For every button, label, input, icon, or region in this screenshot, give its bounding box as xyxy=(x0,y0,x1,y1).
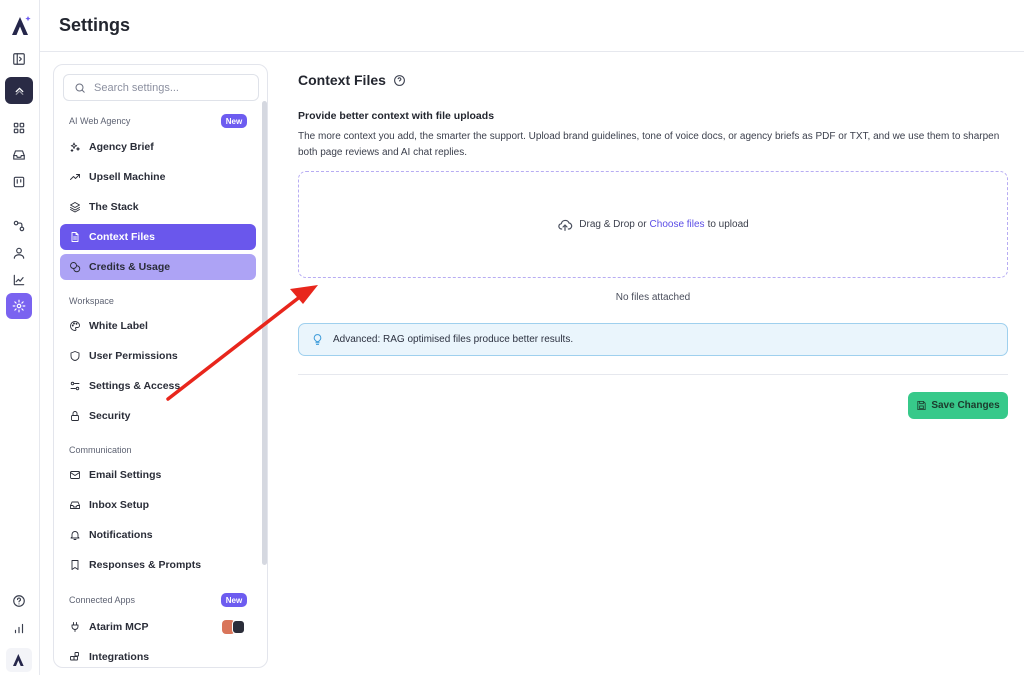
nav-item-inbox-setup[interactable]: Inbox Setup xyxy=(60,492,256,518)
nav-item-label: Upsell Machine xyxy=(89,171,166,183)
nav-item-label: Settings & Access xyxy=(89,380,181,392)
no-files-message: No files attached xyxy=(615,292,691,303)
bell-icon xyxy=(70,531,80,540)
atarim-logo-small-icon[interactable] xyxy=(6,648,32,672)
nav-item-label: Atarim MCP xyxy=(89,621,149,633)
settings-nav: AI Web Agency New Agency Brief Upsell Ma… xyxy=(53,64,268,668)
upload-subheading: Provide better context with file uploads xyxy=(298,110,495,122)
nav-item-security[interactable]: Security xyxy=(60,403,256,429)
nav-item-label: Responses & Prompts xyxy=(89,559,202,571)
section-label-agency: AI Web Agency xyxy=(69,116,131,126)
nav-item-responses-prompts[interactable]: Responses & Prompts xyxy=(60,552,256,578)
nav-item-label: Credits & Usage xyxy=(89,261,171,273)
sliders-icon xyxy=(70,381,80,391)
nav-item-label: User Permissions xyxy=(89,350,178,362)
search-icon xyxy=(75,83,85,93)
page-title: Settings xyxy=(59,15,131,35)
dropzone-text-after: to upload xyxy=(707,219,749,230)
palette-icon xyxy=(70,321,80,331)
chevron-up-icon[interactable] xyxy=(5,77,33,104)
save-changes-button[interactable]: Save Changes xyxy=(908,392,1008,419)
nav-scrollbar[interactable] xyxy=(262,101,267,565)
shield-icon xyxy=(70,351,80,361)
trending-up-icon xyxy=(70,174,80,180)
nav-item-label: The Stack xyxy=(89,201,139,213)
openai-logo-icon xyxy=(232,620,245,634)
tip-text: Advanced: RAG optimised files produce be… xyxy=(333,334,574,345)
nav-item-label: Agency Brief xyxy=(89,141,154,153)
layers-icon xyxy=(70,202,80,213)
integrations-icon[interactable] xyxy=(8,215,30,237)
analytics-icon[interactable] xyxy=(8,269,30,291)
nav-item-settings-access[interactable]: Settings & Access xyxy=(60,373,256,399)
grid-icon[interactable] xyxy=(8,117,30,139)
rag-tip-banner: Advanced: RAG optimised files produce be… xyxy=(298,323,1008,356)
help-circle-icon[interactable] xyxy=(393,74,406,87)
inbox-icon[interactable] xyxy=(8,144,30,166)
sparkles-icon xyxy=(70,142,80,152)
nav-item-context-files[interactable]: Context Files xyxy=(60,224,256,250)
save-button-label: Save Changes xyxy=(931,400,1000,411)
nav-item-label: White Label xyxy=(89,320,148,332)
choose-files-link[interactable]: Choose files xyxy=(650,219,705,230)
blocks-icon xyxy=(70,652,79,661)
board-icon[interactable] xyxy=(8,171,30,193)
save-icon xyxy=(917,400,926,411)
user-icon[interactable] xyxy=(8,242,30,264)
search-input[interactable] xyxy=(94,81,254,94)
inbox-icon xyxy=(70,501,80,509)
section-title-row: Context Files xyxy=(298,72,406,88)
nav-item-credits-usage[interactable]: Credits & Usage xyxy=(60,254,256,280)
mail-icon xyxy=(70,471,80,479)
nav-item-upsell-machine[interactable]: Upsell Machine xyxy=(60,164,256,190)
lock-icon xyxy=(71,411,79,421)
file-text-icon xyxy=(71,232,79,242)
dropzone-text: Drag & Drop or xyxy=(579,219,647,230)
nav-item-label: Security xyxy=(89,410,131,422)
nav-item-label: Context Files xyxy=(89,231,155,243)
cloud-upload-icon xyxy=(558,219,573,231)
section-label-workspace: Workspace xyxy=(69,296,114,306)
nav-item-user-permissions[interactable]: User Permissions xyxy=(60,343,256,369)
icon-rail xyxy=(0,0,40,675)
new-badge: New xyxy=(221,593,247,607)
section-label-communication: Communication xyxy=(69,445,132,455)
search-box[interactable] xyxy=(63,74,259,101)
nav-item-label: Inbox Setup xyxy=(89,499,150,511)
coins-icon xyxy=(70,262,81,273)
section-title: Context Files xyxy=(298,72,386,88)
nav-item-notifications[interactable]: Notifications xyxy=(60,522,256,548)
nav-item-integrations[interactable]: Integrations xyxy=(60,644,256,667)
sidebar-toggle-icon[interactable] xyxy=(8,48,30,70)
nav-item-email-settings[interactable]: Email Settings xyxy=(60,462,256,488)
help-icon[interactable] xyxy=(8,590,30,612)
section-label-connected-apps: Connected Apps xyxy=(69,595,136,605)
settings-gear-icon[interactable] xyxy=(6,293,32,319)
file-dropzone[interactable]: Drag & Drop or Choose files to upload xyxy=(298,171,1008,278)
bar-chart-icon[interactable] xyxy=(8,617,30,639)
new-badge: New xyxy=(221,114,247,128)
plug-icon xyxy=(71,622,79,632)
divider xyxy=(298,374,1008,375)
upload-description: The more context you add, the smarter th… xyxy=(298,131,1000,158)
nav-item-label: Notifications xyxy=(89,529,153,541)
atarim-logo-icon[interactable] xyxy=(9,14,33,38)
connected-app-logos xyxy=(222,620,245,634)
page-header: Settings xyxy=(40,0,1024,52)
nav-item-label: Email Settings xyxy=(89,469,162,481)
nav-item-label: Integrations xyxy=(89,651,150,663)
nav-item-agency-brief[interactable]: Agency Brief xyxy=(60,134,256,160)
nav-item-white-label[interactable]: White Label xyxy=(60,313,256,339)
bookmark-icon xyxy=(71,560,79,570)
lightbulb-icon xyxy=(313,334,322,345)
nav-item-the-stack[interactable]: The Stack xyxy=(60,194,256,220)
